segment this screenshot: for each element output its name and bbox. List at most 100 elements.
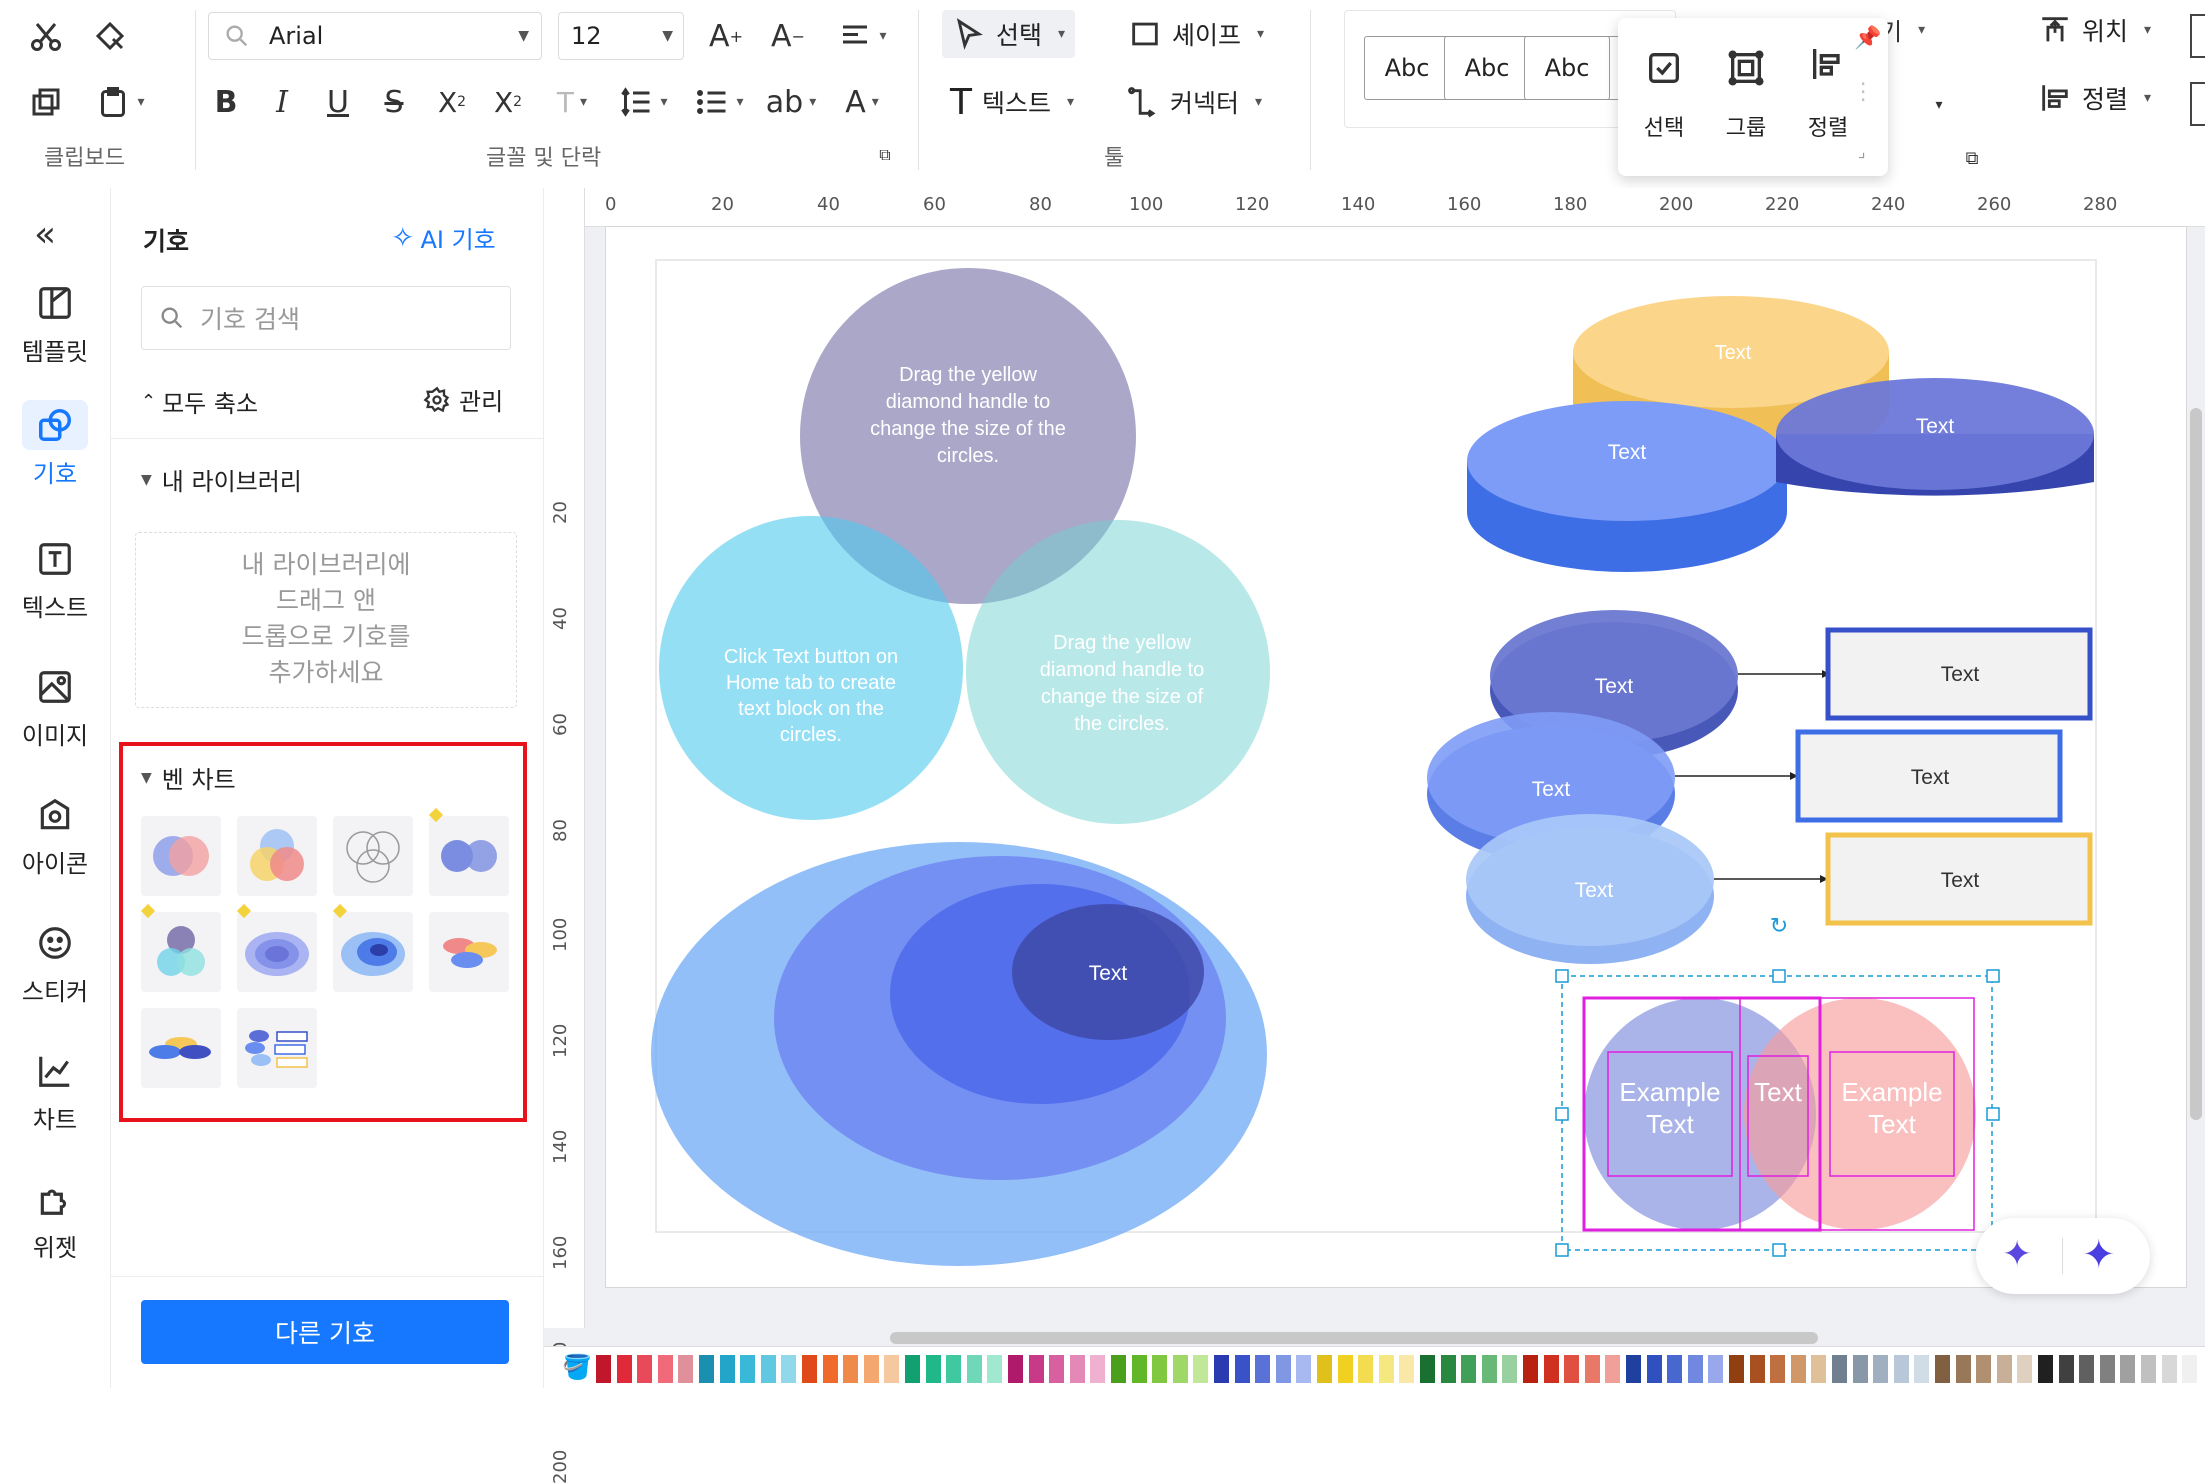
color-swatch[interactable]	[657, 1355, 673, 1383]
color-swatch[interactable]	[1069, 1355, 1085, 1383]
color-swatch[interactable]	[1461, 1355, 1477, 1383]
color-swatch[interactable]	[1296, 1355, 1312, 1383]
horizontal-scrollbar[interactable]	[890, 1332, 1818, 1344]
color-swatch[interactable]	[1049, 1355, 1065, 1383]
resize-handle[interactable]	[1772, 969, 1786, 983]
color-swatch[interactable]	[1481, 1355, 1497, 1383]
color-swatch[interactable]	[1811, 1355, 1827, 1383]
color-swatch[interactable]	[1193, 1355, 1209, 1383]
magic-wand-icon[interactable]: ✦	[2002, 1234, 2032, 1275]
color-swatch[interactable]	[1914, 1355, 1930, 1383]
color-swatch[interactable]	[1832, 1355, 1847, 1383]
selected-mid-text: Text	[1754, 1077, 1802, 1107]
fill-bucket-icon[interactable]: 🪣	[562, 1353, 592, 1381]
color-swatch[interactable]	[1378, 1355, 1394, 1383]
color-swatch[interactable]	[1687, 1355, 1703, 1383]
text-box-3-label: Text	[1941, 869, 1980, 892]
color-swatch[interactable]	[1502, 1355, 1518, 1383]
color-swatch[interactable]	[637, 1355, 653, 1383]
color-swatch[interactable]	[1873, 1355, 1889, 1383]
color-swatch[interactable]	[1935, 1355, 1950, 1383]
color-swatch[interactable]	[1667, 1355, 1683, 1383]
color-swatch[interactable]	[987, 1355, 1003, 1383]
selected-left-text: Example Text	[1619, 1077, 1721, 1139]
color-swatch[interactable]	[1090, 1355, 1106, 1383]
color-swatch[interactable]	[1234, 1355, 1250, 1383]
color-swatch[interactable]	[1131, 1355, 1147, 1383]
color-swatch[interactable]	[1770, 1355, 1786, 1383]
color-swatch[interactable]	[1626, 1355, 1641, 1383]
color-swatch[interactable]	[596, 1355, 611, 1383]
color-swatch[interactable]	[2017, 1355, 2033, 1383]
color-swatch[interactable]	[2099, 1355, 2115, 1383]
color-swatch[interactable]	[843, 1355, 859, 1383]
color-swatch[interactable]	[905, 1355, 920, 1383]
color-swatch[interactable]	[1255, 1355, 1271, 1383]
rotate-handle-icon[interactable]: ↻	[1770, 914, 1788, 939]
color-swatch[interactable]	[1420, 1355, 1435, 1383]
color-swatch[interactable]	[2079, 1355, 2095, 1383]
color-swatch[interactable]	[2182, 1355, 2198, 1383]
disc-flow-venn[interactable]	[1427, 610, 2093, 964]
color-swatch[interactable]	[1152, 1355, 1168, 1383]
resize-handle[interactable]	[1772, 1243, 1786, 1257]
resize-handle[interactable]	[1555, 1243, 1569, 1257]
color-swatch[interactable]	[1852, 1355, 1868, 1383]
disc-2-text: Text	[1532, 778, 1571, 801]
color-swatch[interactable]	[1605, 1355, 1621, 1383]
color-swatch[interactable]	[678, 1355, 694, 1383]
divider	[2062, 1238, 2063, 1274]
color-swatch[interactable]	[719, 1355, 735, 1383]
disc-1-text: Text	[1595, 675, 1634, 698]
color-swatch[interactable]	[2141, 1355, 2156, 1383]
color-swatch[interactable]	[802, 1355, 817, 1383]
color-swatch[interactable]	[1749, 1355, 1765, 1383]
color-swatch[interactable]	[1646, 1355, 1662, 1383]
color-swatch[interactable]	[760, 1355, 776, 1383]
color-swatch[interactable]	[1996, 1355, 2012, 1383]
color-swatch[interactable]	[2038, 1355, 2053, 1383]
color-swatch[interactable]	[1317, 1355, 1332, 1383]
color-swatch[interactable]	[2120, 1355, 2136, 1383]
color-swatch[interactable]	[1008, 1355, 1023, 1383]
resize-handle[interactable]	[1555, 1107, 1569, 1121]
color-swatch[interactable]	[781, 1355, 797, 1383]
color-swatch[interactable]	[1708, 1355, 1724, 1383]
color-swatch[interactable]	[1523, 1355, 1538, 1383]
color-swatch[interactable]	[822, 1355, 838, 1383]
vertical-scrollbar[interactable]	[2190, 408, 2202, 1120]
ai-sparkle-icon[interactable]: ✦	[2082, 1232, 2116, 1278]
color-swatch[interactable]	[699, 1355, 714, 1383]
color-swatch[interactable]	[1111, 1355, 1126, 1383]
color-swatch[interactable]	[966, 1355, 982, 1383]
color-swatch[interactable]	[1275, 1355, 1291, 1383]
color-swatch[interactable]	[884, 1355, 900, 1383]
color-swatch[interactable]	[925, 1355, 941, 1383]
color-swatch[interactable]	[1729, 1355, 1744, 1383]
color-swatch[interactable]	[863, 1355, 879, 1383]
color-swatch[interactable]	[1028, 1355, 1044, 1383]
resize-handle[interactable]	[1986, 1107, 2000, 1121]
color-swatch[interactable]	[1976, 1355, 1992, 1383]
color-swatch[interactable]	[946, 1355, 962, 1383]
color-swatch[interactable]	[1543, 1355, 1559, 1383]
color-swatch[interactable]	[2058, 1355, 2074, 1383]
color-swatch[interactable]	[740, 1355, 756, 1383]
nested-venn[interactable]	[651, 842, 1267, 1266]
resize-handle[interactable]	[1555, 969, 1569, 983]
color-swatch[interactable]	[1790, 1355, 1806, 1383]
color-swatch[interactable]	[616, 1355, 632, 1383]
color-swatch[interactable]	[2161, 1355, 2177, 1383]
color-swatch[interactable]	[1214, 1355, 1229, 1383]
cylinder-venn[interactable]	[1467, 296, 2094, 572]
color-swatch[interactable]	[1564, 1355, 1580, 1383]
color-swatch[interactable]	[1358, 1355, 1374, 1383]
color-swatch[interactable]	[1893, 1355, 1909, 1383]
color-swatch[interactable]	[1399, 1355, 1415, 1383]
color-swatch[interactable]	[1440, 1355, 1456, 1383]
color-swatch[interactable]	[1172, 1355, 1188, 1383]
color-swatch[interactable]	[1584, 1355, 1600, 1383]
color-swatch[interactable]	[1955, 1355, 1971, 1383]
resize-handle[interactable]	[1986, 969, 2000, 983]
color-swatch[interactable]	[1337, 1355, 1353, 1383]
